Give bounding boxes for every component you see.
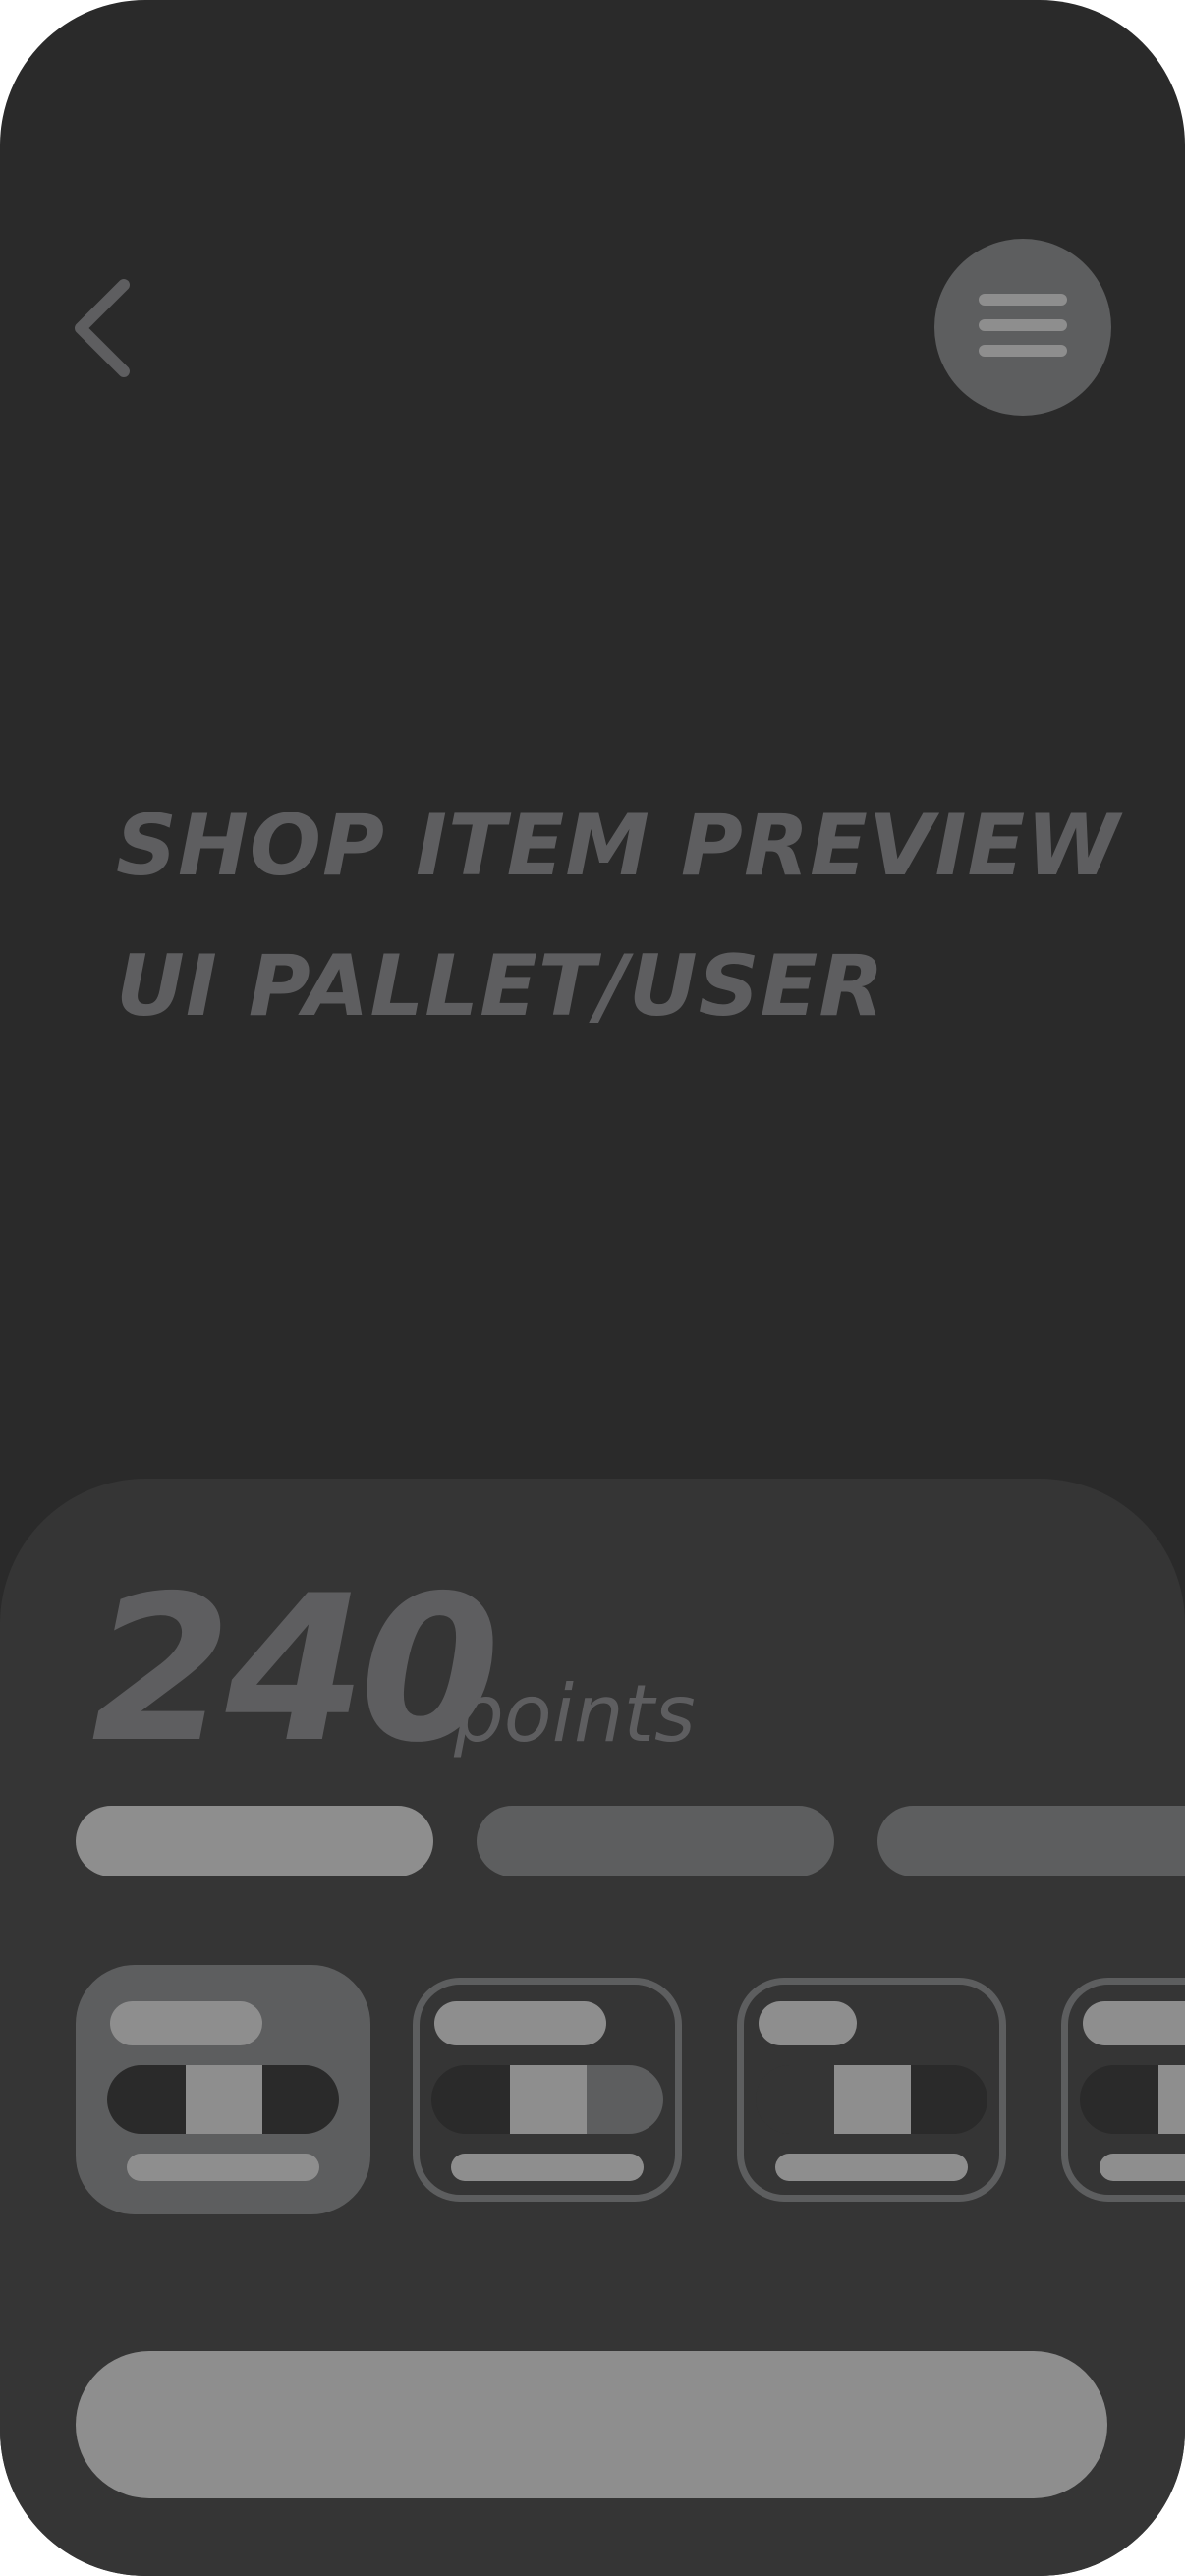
palette-card-4[interactable] bbox=[1048, 1965, 1185, 2214]
menu-button[interactable] bbox=[934, 239, 1111, 416]
primary-action-button[interactable] bbox=[76, 2351, 1107, 2498]
tab-3[interactable] bbox=[877, 1806, 1185, 1876]
points-value: 240 bbox=[91, 1553, 500, 1787]
card-bar-bottom bbox=[451, 2154, 644, 2181]
chevron-left-icon bbox=[75, 279, 130, 377]
card-swatches bbox=[107, 2065, 339, 2134]
card-bar-top bbox=[110, 2001, 262, 2045]
card-bar-bottom bbox=[1100, 2154, 1185, 2181]
palette-card-2[interactable] bbox=[400, 1965, 695, 2214]
palette-card-3[interactable] bbox=[724, 1965, 1019, 2214]
card-swatches bbox=[756, 2065, 988, 2134]
card-bar-top bbox=[759, 2001, 857, 2045]
tab-2[interactable] bbox=[477, 1806, 834, 1876]
card-bar-bottom bbox=[127, 2154, 319, 2181]
card-bar-bottom bbox=[775, 2154, 968, 2181]
phone-screen: SHOP ITEM PREVIEW UI PALLET/USER 240 poi… bbox=[0, 0, 1185, 2576]
card-bar-top bbox=[1083, 2001, 1185, 2045]
page-title: SHOP ITEM PREVIEW UI PALLET/USER bbox=[116, 776, 1121, 1057]
back-button[interactable] bbox=[61, 267, 149, 385]
title-line-1: SHOP ITEM PREVIEW bbox=[116, 797, 1121, 895]
card-bar-top bbox=[434, 2001, 606, 2045]
palette-card-1[interactable] bbox=[76, 1965, 370, 2214]
card-swatches bbox=[431, 2065, 663, 2134]
tab-1[interactable] bbox=[76, 1806, 433, 1876]
title-line-2: UI PALLET/USER bbox=[116, 937, 885, 1036]
card-swatches bbox=[1080, 2065, 1185, 2134]
points-label: points bbox=[454, 1668, 696, 1760]
